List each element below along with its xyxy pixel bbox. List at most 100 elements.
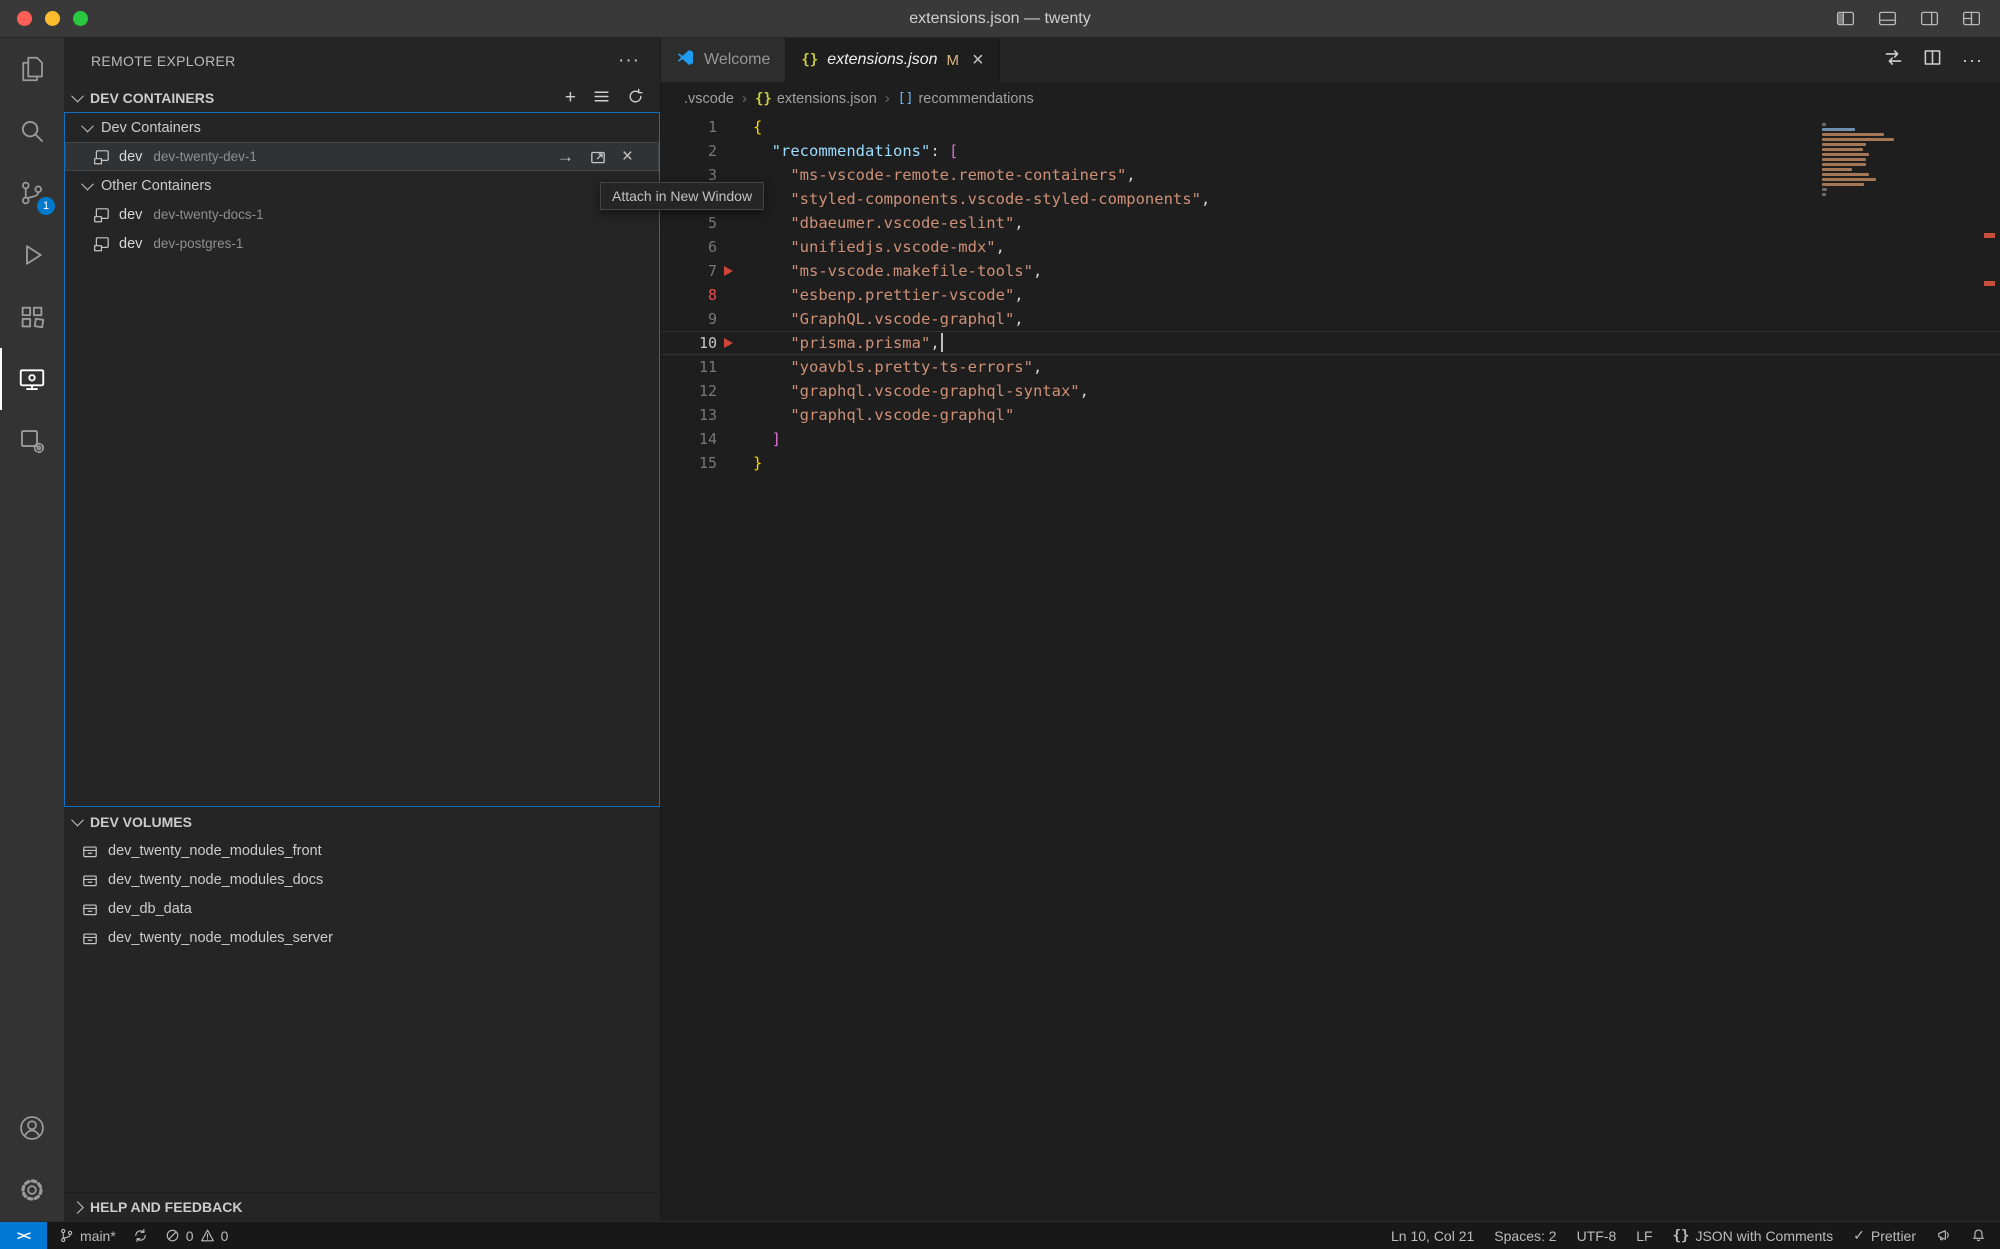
container-name: dev	[119, 149, 142, 165]
breadcrumb-symbol[interactable]: []recommendations	[898, 91, 1034, 107]
more-actions-icon[interactable]: ···	[1962, 50, 1983, 71]
settings-gear-icon[interactable]	[0, 1159, 64, 1221]
tab-extensions-json[interactable]: {} extensions.json M ×	[786, 38, 999, 82]
explorer-icon[interactable]	[0, 38, 64, 100]
gutter	[717, 283, 753, 307]
formatter-status[interactable]: ✓ Prettier	[1853, 1227, 1916, 1244]
encoding[interactable]: UTF-8	[1577, 1228, 1617, 1244]
breadcrumb-folder[interactable]: .vscode	[684, 91, 734, 107]
accounts-icon[interactable]	[0, 1097, 64, 1159]
volume-icon	[81, 842, 99, 860]
code-line[interactable]: 15}	[661, 451, 2000, 475]
gutter	[717, 211, 753, 235]
toggle-secondary-sidebar-icon[interactable]	[1919, 8, 1940, 29]
gutter	[717, 355, 753, 379]
tree-group[interactable]: Dev Containers	[65, 113, 659, 142]
code-text: "recommendations": [	[753, 139, 958, 163]
close-icon[interactable]: ×	[972, 50, 984, 70]
container-item[interactable]: devdev-postgres-1	[65, 229, 659, 258]
toggle-panel-icon[interactable]	[1877, 8, 1898, 29]
remote-indicator[interactable]: ><	[0, 1222, 47, 1249]
chevron-down-icon	[71, 814, 84, 827]
eol-sequence[interactable]: LF	[1636, 1228, 1652, 1244]
problems-item[interactable]: 0 0	[165, 1228, 229, 1244]
section-dev-volumes[interactable]: DEV VOLUMES	[64, 807, 660, 836]
minimap[interactable]	[1822, 123, 1900, 196]
zoom-window-button[interactable]	[73, 11, 88, 26]
code-line[interactable]: 11 "yoavbls.pretty-ts-errors",	[661, 355, 2000, 379]
json-icon: {}	[755, 91, 772, 107]
feedback-icon[interactable]	[1936, 1228, 1951, 1243]
indentation[interactable]: Spaces: 2	[1494, 1228, 1556, 1244]
git-branch-item[interactable]: main*	[59, 1228, 116, 1244]
volume-item[interactable]: dev_twenty_node_modules_front	[64, 836, 660, 865]
breadcrumb-file[interactable]: {}extensions.json	[755, 91, 877, 107]
code-line[interactable]: 14 ]	[661, 427, 2000, 451]
source-control-icon[interactable]: 1	[0, 162, 64, 224]
remote-explorer-icon[interactable]	[0, 348, 64, 410]
code-line[interactable]: 8 "esbenp.prettier-vscode",	[661, 283, 2000, 307]
extensions-icon[interactable]	[0, 286, 64, 348]
code-line[interactable]: 9 "GraphQL.vscode-graphql",	[661, 307, 2000, 331]
container-item[interactable]: devdev-twenty-docs-1	[65, 200, 659, 229]
close-window-button[interactable]	[17, 11, 32, 26]
gutter	[717, 235, 753, 259]
gutter	[717, 379, 753, 403]
code-line[interactable]: 12 "graphql.vscode-graphql-syntax",	[661, 379, 2000, 403]
containers-icon[interactable]	[0, 410, 64, 472]
code-text: "unifiedjs.vscode-mdx",	[753, 235, 1005, 259]
code-text: "esbenp.prettier-vscode",	[753, 283, 1024, 307]
volume-item[interactable]: dev_db_data	[64, 894, 660, 923]
add-icon[interactable]: +	[565, 88, 576, 107]
code-line[interactable]: 4 "styled-components.vscode-styled-compo…	[661, 187, 2000, 211]
code-line[interactable]: 3 "ms-vscode-remote.remote-containers",	[661, 163, 2000, 187]
split-editor-icon[interactable]	[1923, 48, 1942, 72]
gutter-marker-icon	[717, 331, 753, 355]
language-mode[interactable]: {} JSON with Comments	[1673, 1228, 1834, 1244]
search-icon[interactable]	[0, 100, 64, 162]
toggle-sidebar-icon[interactable]	[1835, 8, 1856, 29]
code-line[interactable]: 2 "recommendations": [	[661, 139, 2000, 163]
code-line[interactable]: 13 "graphql.vscode-graphql"	[661, 403, 2000, 427]
refresh-icon[interactable]	[627, 88, 644, 108]
sync-icon[interactable]	[133, 1228, 148, 1243]
section-label: DEV CONTAINERS	[90, 90, 214, 106]
code-text: }	[753, 451, 762, 475]
list-icon[interactable]	[593, 88, 610, 108]
close-icon[interactable]: ×	[622, 147, 633, 166]
code-line[interactable]: 7 "ms-vscode.makefile-tools",	[661, 259, 2000, 283]
attach-current-window-icon[interactable]: →	[557, 148, 574, 165]
code-editor[interactable]: 1{2 "recommendations": [3 "ms-vscode-rem…	[661, 115, 2000, 1221]
section-help-feedback[interactable]: HELP AND FEEDBACK	[64, 1192, 660, 1221]
line-number: 5	[661, 211, 717, 235]
dev-containers-tree: Attach in New Window Dev Containersdevde…	[64, 112, 660, 807]
minimize-window-button[interactable]	[45, 11, 60, 26]
editor-group: Welcome {} extensions.json M × ··· .vsco…	[661, 38, 2000, 1221]
tree-group-label: Other Containers	[101, 178, 211, 194]
tree-group[interactable]: Other Containers	[65, 171, 659, 200]
container-name: dev	[119, 207, 142, 223]
breadcrumb-separator: ›	[742, 90, 747, 107]
run-debug-icon[interactable]	[0, 224, 64, 286]
tab-welcome[interactable]: Welcome	[661, 38, 786, 82]
overview-ruler-error-mark	[1984, 233, 1995, 238]
customize-layout-icon[interactable]	[1961, 8, 1982, 29]
error-icon	[165, 1228, 180, 1243]
open-in-new-window-icon[interactable]	[589, 148, 607, 166]
code-line[interactable]: 6 "unifiedjs.vscode-mdx",	[661, 235, 2000, 259]
cursor-position[interactable]: Ln 10, Col 21	[1391, 1228, 1474, 1244]
volume-item[interactable]: dev_twenty_node_modules_server	[64, 923, 660, 952]
braces-icon: {}	[1673, 1228, 1690, 1244]
gutter	[717, 451, 753, 475]
volume-item[interactable]: dev_twenty_node_modules_docs	[64, 865, 660, 894]
section-dev-containers[interactable]: DEV CONTAINERS +	[64, 83, 660, 112]
breadcrumb: .vscode › {}extensions.json › []recommen…	[661, 82, 2000, 115]
code-line[interactable]: 10 "prisma.prisma",	[661, 331, 2000, 355]
bell-icon[interactable]	[1971, 1228, 1986, 1243]
code-line[interactable]: 1{	[661, 115, 2000, 139]
volume-name: dev_twenty_node_modules_front	[108, 843, 322, 859]
container-item[interactable]: devdev-twenty-dev-1→×	[65, 142, 659, 171]
more-actions-icon[interactable]: ···	[618, 56, 640, 66]
code-line[interactable]: 5 "dbaeumer.vscode-eslint",	[661, 211, 2000, 235]
compare-changes-icon[interactable]	[1884, 48, 1903, 72]
